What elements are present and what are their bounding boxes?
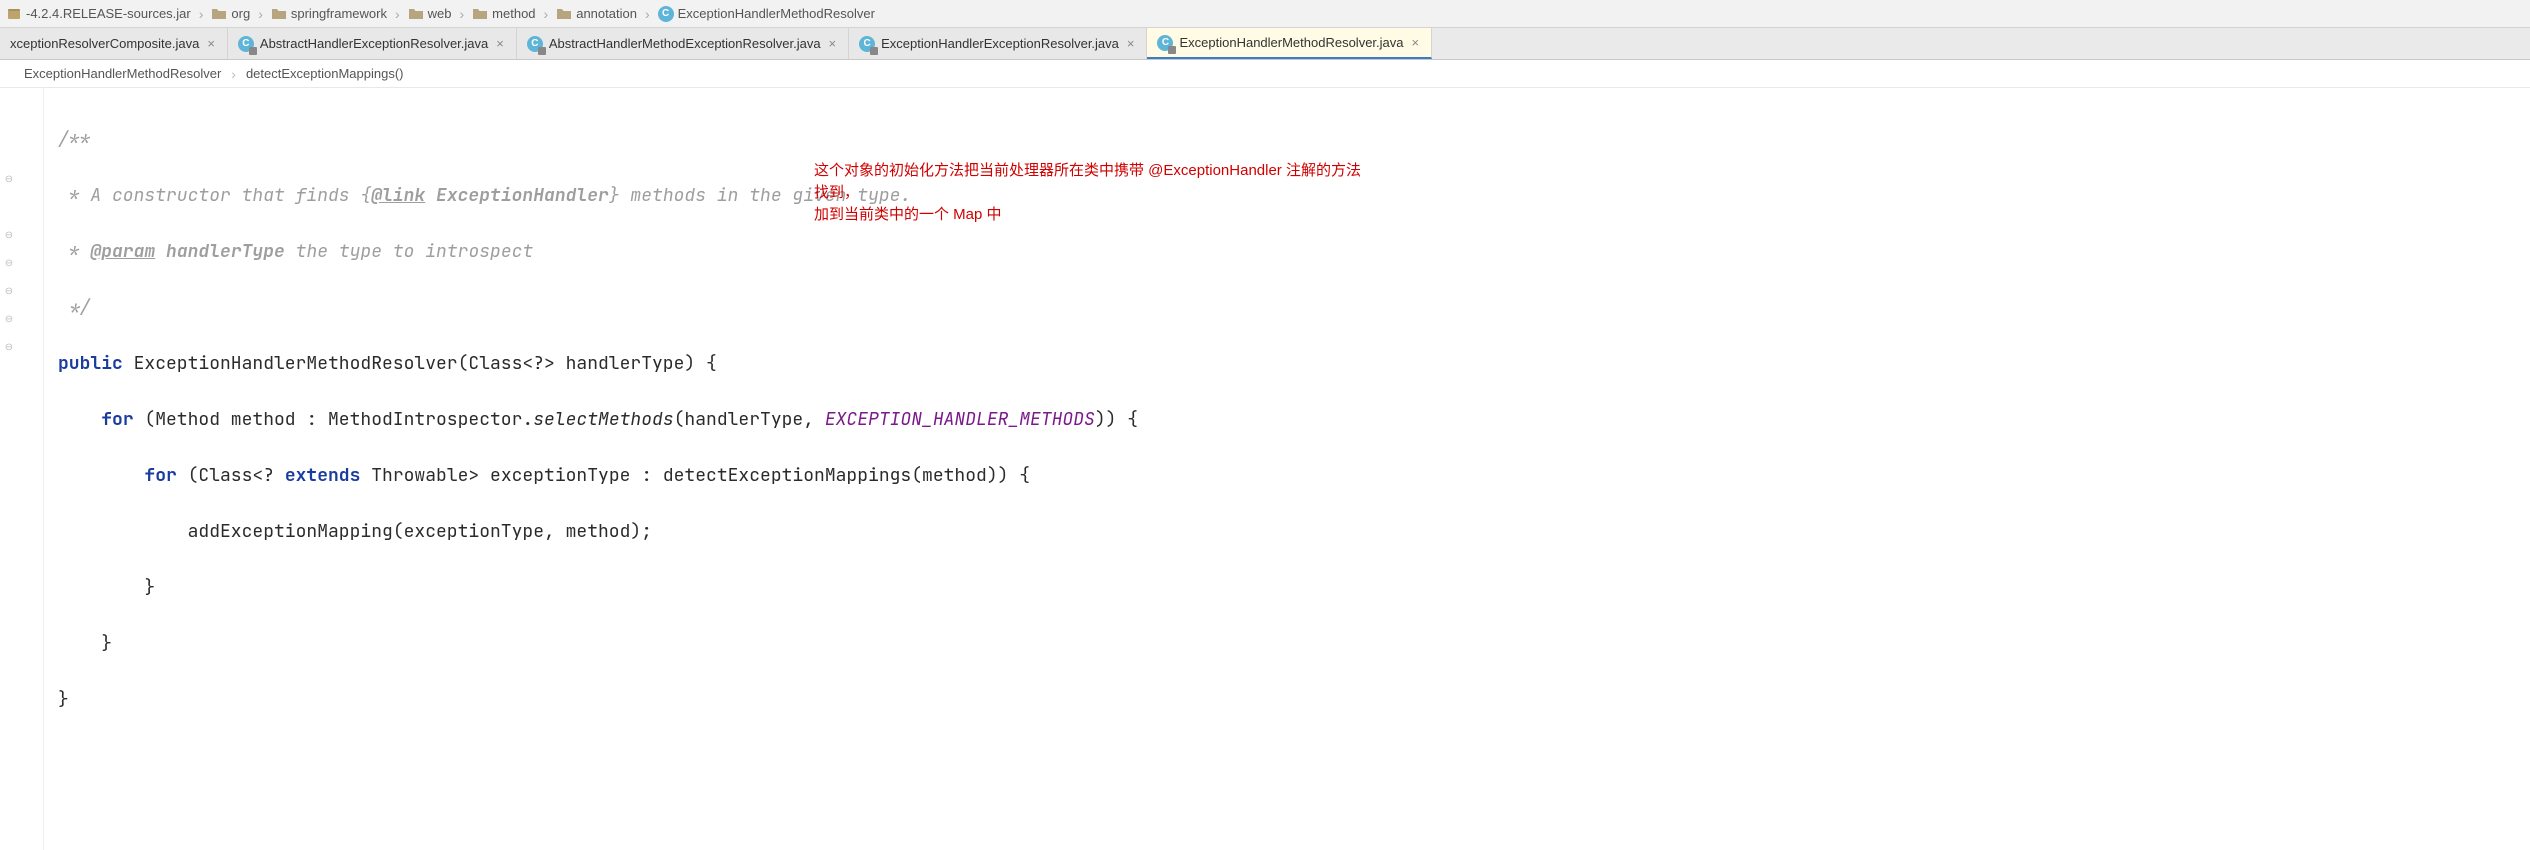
- folder-icon: [211, 6, 227, 22]
- breadcrumb-folder-web[interactable]: web: [402, 6, 458, 22]
- chevron-right-icon: ›: [542, 6, 551, 22]
- breadcrumb-folder-annotation[interactable]: annotation: [550, 6, 643, 22]
- breadcrumb-jar[interactable]: -4.2.4.RELEASE-sources.jar: [0, 6, 197, 22]
- code-text: }: [101, 632, 112, 655]
- class-icon: C: [238, 36, 254, 52]
- code-text: * A constructor that finds {: [58, 184, 371, 207]
- lock-icon: [870, 47, 878, 55]
- breadcrumb-folder-springframework[interactable]: springframework: [265, 6, 393, 22]
- breadcrumb-label: method: [492, 6, 535, 21]
- member-class[interactable]: ExceptionHandlerMethodResolver: [24, 66, 221, 81]
- code-text: ExceptionHandlerMethodResolver(Class<?> …: [123, 352, 717, 375]
- close-icon[interactable]: ×: [494, 37, 506, 50]
- tab-label: ExceptionHandlerExceptionResolver.java: [881, 36, 1119, 51]
- lock-icon: [538, 47, 546, 55]
- code-text: ExceptionHandler: [436, 184, 609, 207]
- breadcrumb-bar: -4.2.4.RELEASE-sources.jar › org › sprin…: [0, 0, 2530, 28]
- code-text: [425, 184, 436, 207]
- gutter-marker-icon[interactable]: ⊖: [4, 258, 14, 268]
- annotation-line: 加到当前类中的一个 Map 中: [814, 204, 1374, 226]
- tab-abstract-handler-exception-resolver[interactable]: C AbstractHandlerExceptionResolver.java …: [228, 28, 517, 59]
- editor[interactable]: ⊖ ⊖ ⊖ ⊖ ⊖ ⊖ /** * A constructor that fin…: [0, 88, 2530, 850]
- folder-icon: [408, 6, 424, 22]
- lock-icon: [1168, 46, 1176, 54]
- class-icon: C: [859, 36, 875, 52]
- code-text: public: [58, 352, 123, 375]
- tab-label: AbstractHandlerMethodExceptionResolver.j…: [549, 36, 821, 51]
- code-text: (Class<?: [177, 464, 285, 487]
- code-text: (handlerType,: [674, 408, 825, 431]
- code-text: (Method method : MethodIntrospector.: [134, 408, 534, 431]
- breadcrumb-label: ExceptionHandlerMethodResolver: [678, 6, 875, 21]
- editor-gutter[interactable]: ⊖ ⊖ ⊖ ⊖ ⊖ ⊖: [0, 88, 44, 850]
- code-text: handlerType: [166, 240, 285, 263]
- code-text: /**: [58, 128, 90, 151]
- code-area[interactable]: /** * A constructor that finds {@link Ex…: [44, 88, 2530, 850]
- folder-icon: [271, 6, 287, 22]
- gutter-marker-icon[interactable]: ⊖: [4, 230, 14, 240]
- code-text: addExceptionMapping(exceptionType, metho…: [188, 520, 652, 543]
- breadcrumb-class[interactable]: C ExceptionHandlerMethodResolver: [652, 6, 881, 22]
- code-text: */: [58, 296, 90, 319]
- chevron-right-icon: ›: [197, 6, 206, 22]
- close-icon[interactable]: ×: [205, 37, 217, 50]
- chevron-right-icon: ›: [393, 6, 402, 22]
- close-icon[interactable]: ×: [1410, 36, 1422, 49]
- chevron-right-icon: ›: [229, 66, 238, 82]
- code-text: selectMethods: [533, 408, 673, 431]
- breadcrumb-label: annotation: [576, 6, 637, 21]
- breadcrumb-label: org: [231, 6, 250, 21]
- gutter-marker-icon[interactable]: ⊖: [4, 342, 14, 352]
- breadcrumb-folder-method[interactable]: method: [466, 6, 541, 22]
- code-text: Throwable> exceptionType : detectExcepti…: [360, 464, 1030, 487]
- breadcrumb-label: -4.2.4.RELEASE-sources.jar: [26, 6, 191, 21]
- close-icon[interactable]: ×: [827, 37, 839, 50]
- gutter-marker-icon[interactable]: ⊖: [4, 286, 14, 296]
- annotation-line: 这个对象的初始化方法把当前处理器所在类中携带 @ExceptionHandler…: [814, 160, 1374, 204]
- tab-label: xceptionResolverComposite.java: [10, 36, 199, 51]
- member-method[interactable]: detectExceptionMappings(): [246, 66, 404, 81]
- folder-icon: [472, 6, 488, 22]
- class-icon: C: [1157, 35, 1173, 51]
- code-text: @link: [371, 184, 425, 207]
- code-text: the type to introspect: [285, 240, 533, 263]
- breadcrumb-folder-org[interactable]: org: [205, 6, 256, 22]
- chevron-right-icon: ›: [458, 6, 467, 22]
- chevron-right-icon: ›: [256, 6, 265, 22]
- code-text: *: [58, 240, 90, 263]
- tab-exception-handler-method-resolver[interactable]: C ExceptionHandlerMethodResolver.java ×: [1147, 28, 1432, 59]
- lock-icon: [249, 47, 257, 55]
- annotation-overlay: 这个对象的初始化方法把当前处理器所在类中携带 @ExceptionHandler…: [814, 160, 1374, 226]
- breadcrumb-label: springframework: [291, 6, 387, 21]
- editor-tabs-bar: xceptionResolverComposite.java × C Abstr…: [0, 28, 2530, 60]
- tab-abstract-handler-method-exception-resolver[interactable]: C AbstractHandlerMethodExceptionResolver…: [517, 28, 849, 59]
- code-text: extends: [285, 464, 361, 487]
- code-text: [155, 240, 166, 263]
- tab-exception-resolver-composite[interactable]: xceptionResolverComposite.java ×: [0, 28, 228, 59]
- class-icon: C: [527, 36, 543, 52]
- close-icon[interactable]: ×: [1125, 37, 1137, 50]
- code-text: }: [144, 576, 155, 599]
- code-text: )) {: [1095, 408, 1138, 431]
- folder-icon: [556, 6, 572, 22]
- breadcrumb-label: web: [428, 6, 452, 21]
- member-breadcrumb: ExceptionHandlerMethodResolver › detectE…: [0, 60, 2530, 88]
- tab-exception-handler-exception-resolver[interactable]: C ExceptionHandlerExceptionResolver.java…: [849, 28, 1147, 59]
- code-text: EXCEPTION_HANDLER_METHODS: [825, 408, 1095, 431]
- gutter-marker-icon[interactable]: ⊖: [4, 314, 14, 324]
- chevron-right-icon: ›: [643, 6, 652, 22]
- jar-icon: [6, 6, 22, 22]
- code-text: @param: [90, 240, 155, 263]
- gutter-marker-icon[interactable]: ⊖: [4, 174, 14, 184]
- tab-label: ExceptionHandlerMethodResolver.java: [1179, 35, 1403, 50]
- code-text: for: [101, 408, 133, 431]
- code-text: for: [144, 464, 176, 487]
- class-icon: C: [658, 6, 674, 22]
- tab-label: AbstractHandlerExceptionResolver.java: [260, 36, 488, 51]
- code-text: }: [58, 688, 69, 711]
